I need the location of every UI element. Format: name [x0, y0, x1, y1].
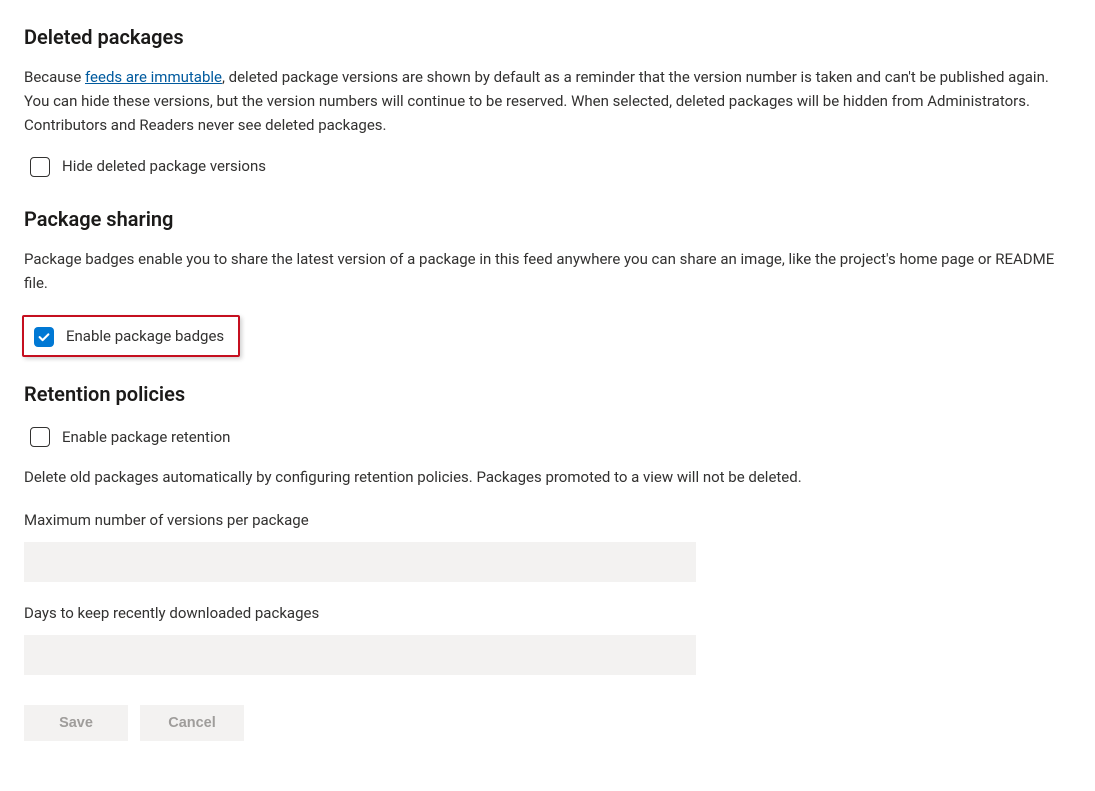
save-button[interactable]: Save: [24, 705, 128, 741]
enable-retention-checkbox-label[interactable]: Enable package retention: [62, 426, 230, 449]
max-versions-input[interactable]: [24, 542, 696, 582]
days-keep-label: Days to keep recently downloaded package…: [24, 602, 1071, 625]
enable-badges-checkbox-label[interactable]: Enable package badges: [66, 325, 224, 348]
days-keep-input[interactable]: [24, 635, 696, 675]
enable-retention-checkbox[interactable]: [30, 427, 50, 447]
retention-policies-heading: Retention policies: [24, 379, 1071, 410]
hide-deleted-checkbox[interactable]: [30, 157, 50, 177]
max-versions-label: Maximum number of versions per package: [24, 509, 1071, 532]
feeds-immutable-link[interactable]: feeds are immutable: [85, 68, 222, 86]
button-row: Save Cancel: [24, 705, 1071, 741]
retention-description: Delete old packages automatically by con…: [24, 465, 1064, 489]
deleted-packages-description: Because feeds are immutable, deleted pac…: [24, 65, 1064, 137]
deleted-packages-heading: Deleted packages: [24, 22, 1071, 53]
package-sharing-description: Package badges enable you to share the l…: [24, 247, 1064, 295]
enable-retention-checkbox-row: Enable package retention: [24, 422, 1071, 453]
hide-deleted-checkbox-label[interactable]: Hide deleted package versions: [62, 155, 266, 178]
enable-badges-checkbox-row: Enable package badges: [30, 325, 228, 348]
hide-deleted-checkbox-row: Hide deleted package versions: [24, 151, 1071, 182]
package-sharing-heading: Package sharing: [24, 204, 1071, 235]
highlight-annotation: Enable package badges: [22, 315, 240, 356]
enable-badges-checkbox[interactable]: [34, 327, 54, 347]
checkmark-icon: [37, 330, 51, 344]
desc-text: Because: [24, 68, 85, 86]
cancel-button[interactable]: Cancel: [140, 705, 244, 741]
